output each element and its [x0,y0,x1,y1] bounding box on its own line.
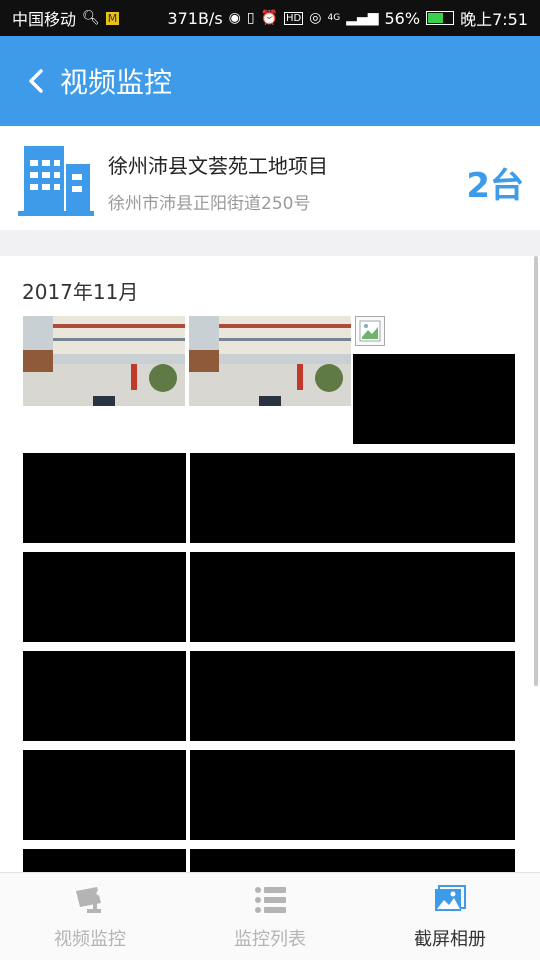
device-count: 2台 [466,166,524,206]
location-icon: ◉ [228,10,241,26]
gallery-thumbnail[interactable] [23,552,186,642]
app-bar: 视频监控 [0,36,540,126]
page-title: 视频监控 [60,66,173,99]
gallery-thumbnail[interactable] [190,849,515,872]
month-header: 2017年11月 [22,280,139,304]
tab-screenshot-album[interactable]: 截屏相册 [360,873,540,960]
project-card[interactable]: 徐州沛县文荟苑工地项目 徐州市沛县正阳街道250号 2台 [0,126,540,230]
album-icon [433,883,467,917]
camera-icon [73,883,107,917]
gallery-thumbnail[interactable] [190,552,515,642]
network-type: 4G [327,13,341,23]
gallery-thumbnail[interactable] [189,316,351,406]
bottom-tab-bar: 视频监控 监控列表 截屏相册 [0,872,540,960]
net-speed: 371B/s [167,8,223,28]
gallery-thumbnail[interactable] [23,750,186,840]
gallery-thumbnail[interactable] [23,453,186,543]
tab-monitor-list[interactable]: 监控列表 [180,873,360,960]
list-icon [253,883,287,917]
tab-video-monitor[interactable]: 视频监控 [0,873,180,960]
gallery-thumbnail[interactable] [23,316,185,406]
broken-image-icon[interactable] [355,316,385,346]
eye-icon: ◎ [309,10,322,26]
project-address: 徐州市沛县正阳街道250号 [108,194,311,214]
gallery-thumbnail[interactable] [190,750,515,840]
screenshot-gallery[interactable]: 2017年11月 [0,256,540,872]
status-bar: 中国移动 🔍︎ M 371B/s ◉ ▯ ⏰ HD ◎ 4G ▂▄▆ 56% 晚… [0,0,540,36]
battery-percent: 56% [384,8,421,28]
notification-icon: M [105,11,120,25]
hd-icon: HD [284,11,304,25]
building-icon [18,146,94,216]
clock: 晚上7:51 [460,10,528,29]
tab-label: 视频监控 [54,928,126,950]
gallery-thumbnail[interactable] [353,354,515,444]
project-name: 徐州沛县文荟苑工地项目 [108,154,328,178]
gallery-thumbnail[interactable] [23,651,186,741]
battery-icon [426,11,455,25]
gallery-thumbnail[interactable] [23,849,186,872]
vibrate-icon: ▯ [246,10,255,26]
search-icon: 🔍︎ [82,10,100,26]
chevron-left-icon[interactable] [22,67,50,95]
gallery-scrollbar[interactable] [534,256,538,686]
carrier-label: 中国移动 [12,10,77,29]
gallery-thumbnail[interactable] [190,651,515,741]
tab-label: 监控列表 [234,928,306,950]
alarm-icon: ⏰ [260,10,279,26]
signal-icon: ▂▄▆ [346,10,379,26]
gallery-thumbnail[interactable] [190,453,515,543]
tab-label: 截屏相册 [414,928,486,950]
